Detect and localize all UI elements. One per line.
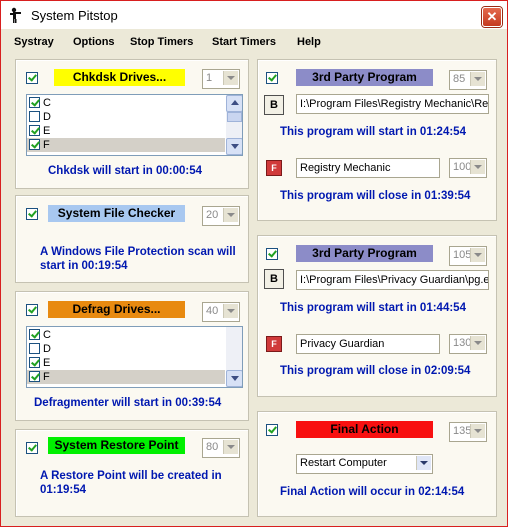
close-x-icon: ✕ [486, 9, 498, 24]
menu-systray[interactable]: Systray [14, 36, 54, 48]
list-item[interactable]: F [27, 138, 225, 152]
third-party-2-minutes-spin[interactable]: 105 [449, 246, 487, 266]
third-party-2-label: 3rd Party Program [296, 245, 433, 262]
chevron-down-icon[interactable] [470, 336, 485, 350]
sfc-status: A Windows File Protection scan will star… [40, 246, 236, 272]
defrag-drive-list[interactable]: C D E F [26, 326, 243, 388]
chevron-down-icon[interactable] [223, 208, 238, 222]
menu-stop-timers[interactable]: Stop Timers [130, 36, 193, 48]
list-item[interactable]: E [27, 124, 225, 138]
list-item[interactable]: F [27, 370, 225, 384]
third-party-2-path-field[interactable]: I:\Program Files\Privacy Guardian\pg.e [296, 270, 489, 290]
stop-process-icon[interactable]: F [266, 336, 282, 352]
restore-enable-checkbox[interactable] [26, 442, 38, 454]
sfc-label: System File Checker [48, 205, 185, 222]
defrag-minutes-spin[interactable]: 40 [202, 302, 240, 322]
final-action-minutes-spin[interactable]: 135 [449, 422, 487, 442]
list-item[interactable]: C [27, 96, 225, 110]
chkdsk-enable-checkbox[interactable] [26, 72, 38, 84]
sfc-enable-checkbox[interactable] [26, 208, 38, 220]
chevron-down-icon[interactable] [223, 71, 238, 85]
chevron-down-icon[interactable] [470, 424, 485, 438]
chkdsk-label: Chkdsk Drives... [54, 69, 185, 86]
defrag-enable-checkbox[interactable] [26, 304, 38, 316]
chkdsk-status: Chkdsk will start in 00:00:54 [48, 165, 203, 177]
third-party-2-start-status: This program will start in 01:44:54 [280, 302, 466, 314]
list-item[interactable]: D [27, 342, 225, 356]
defrag-status: Defragmenter will start in 00:39:54 [34, 397, 222, 409]
list-item[interactable]: C [27, 328, 225, 342]
drive-checkbox[interactable] [29, 343, 40, 354]
final-action-panel: Final Action 135 Restart Computer Final … [257, 411, 497, 517]
final-action-status: Final Action will occur in 02:14:54 [280, 486, 465, 498]
third-party-1-close-name-field[interactable]: Registry Mechanic [296, 158, 440, 178]
third-party-2-panel: 3rd Party Program 105 B I:\Program Files… [257, 235, 497, 397]
third-party-2-close-name-field[interactable]: Privacy Guardian [296, 334, 440, 354]
final-action-select[interactable]: Restart Computer [296, 454, 433, 474]
menu-start-timers[interactable]: Start Timers [212, 36, 276, 48]
chevron-down-icon[interactable] [470, 72, 485, 86]
scrollbar[interactable] [226, 327, 242, 387]
chkdsk-drive-list[interactable]: C D E F [26, 94, 243, 156]
third-party-2-close-spin[interactable]: 130 [449, 334, 487, 354]
scrollbar[interactable] [226, 95, 242, 155]
chevron-down-icon[interactable] [470, 248, 485, 262]
final-action-enable-checkbox[interactable] [266, 424, 278, 436]
app-window: System Pitstop ✕ Systray Options Stop Ti… [0, 0, 508, 527]
final-action-label: Final Action [296, 421, 433, 438]
list-item[interactable]: D [27, 110, 225, 124]
sfc-minutes-spin[interactable]: 20 [202, 206, 240, 226]
third-party-1-path-field[interactable]: I:\Program Files\Registry Mechanic\Re [296, 94, 489, 114]
chevron-down-icon[interactable] [470, 160, 485, 174]
chkdsk-minutes-spin[interactable]: 1 [202, 69, 240, 89]
close-button[interactable]: ✕ [482, 7, 502, 27]
third-party-1-enable-checkbox[interactable] [266, 72, 278, 84]
third-party-1-start-status: This program will start in 01:24:54 [280, 126, 466, 138]
scroll-down-icon[interactable] [226, 138, 242, 155]
drive-checkbox[interactable] [29, 97, 40, 108]
drive-checkbox[interactable] [29, 125, 40, 136]
drive-checkbox[interactable] [29, 329, 40, 340]
scroll-up-icon[interactable] [226, 95, 242, 112]
pitstop-figure-icon [10, 7, 21, 23]
drive-checkbox[interactable] [29, 139, 40, 150]
chevron-down-icon[interactable] [223, 304, 238, 318]
menu-options[interactable]: Options [73, 36, 115, 48]
restore-label: System Restore Point [48, 437, 185, 454]
chevron-down-icon[interactable] [416, 456, 431, 470]
third-party-1-browse-button[interactable]: B [264, 95, 284, 115]
third-party-2-enable-checkbox[interactable] [266, 248, 278, 260]
drive-checkbox[interactable] [29, 111, 40, 122]
sfc-panel: System File Checker 20 A Windows File Pr… [15, 195, 249, 283]
defrag-label: Defrag Drives... [48, 301, 185, 318]
third-party-1-close-spin[interactable]: 100 [449, 158, 487, 178]
restore-status: A Restore Point will be created in 01:19… [40, 470, 222, 496]
third-party-1-minutes-spin[interactable]: 85 [449, 70, 487, 90]
menu-bar: Systray Options Stop Timers Start Timers… [1, 30, 507, 52]
third-party-2-close-status: This program will close in 02:09:54 [280, 365, 471, 377]
list-item[interactable]: E [27, 356, 225, 370]
chevron-down-icon[interactable] [223, 440, 238, 454]
menu-help[interactable]: Help [297, 36, 321, 48]
drive-checkbox[interactable] [29, 357, 40, 368]
third-party-1-panel: 3rd Party Program 85 B I:\Program Files\… [257, 59, 497, 221]
window-title: System Pitstop [31, 8, 118, 23]
scroll-down-icon[interactable] [226, 370, 242, 387]
title-bar[interactable]: System Pitstop ✕ [1, 1, 507, 29]
stop-process-icon[interactable]: F [266, 160, 282, 176]
third-party-1-label: 3rd Party Program [296, 69, 433, 86]
third-party-2-browse-button[interactable]: B [264, 269, 284, 289]
third-party-1-close-status: This program will close in 01:39:54 [280, 190, 471, 202]
restore-minutes-spin[interactable]: 80 [202, 438, 240, 458]
chkdsk-panel: Chkdsk Drives... 1 C D E F Chkdsk will s… [15, 59, 249, 189]
defrag-panel: Defrag Drives... 40 C D E F Defragmenter… [15, 291, 249, 421]
drive-checkbox[interactable] [29, 371, 40, 382]
scroll-thumb[interactable] [227, 112, 242, 122]
restore-panel: System Restore Point 80 A Restore Point … [15, 429, 249, 517]
